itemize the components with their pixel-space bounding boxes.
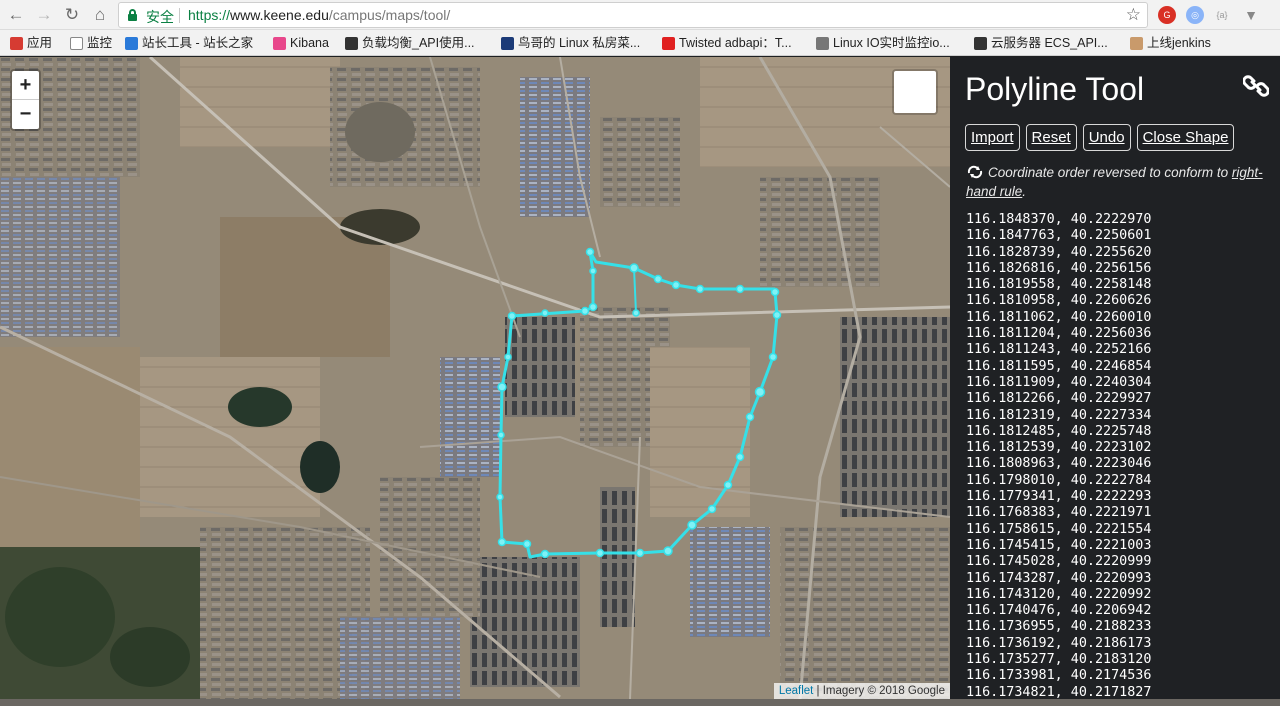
bookmark-item[interactable]: 上线jenkins [1130, 34, 1211, 52]
zoom-in-button[interactable]: + [12, 71, 39, 100]
bookmark-item[interactable]: 应用 [10, 34, 52, 52]
url-text[interactable]: https://www.keene.edu/campus/maps/tool/ [188, 7, 450, 23]
undo-button[interactable]: Undo [1082, 124, 1131, 151]
bookmark-label: 鸟哥的 Linux 私房菜... [518, 36, 641, 50]
coordinate-row: 116.1740476, 40.2206942 [966, 603, 1152, 619]
coordinate-row: 116.1808963, 40.2223046 [966, 456, 1152, 472]
taskbar-strip [0, 699, 1280, 706]
bookmark-label: Linux IO实时监控io... [833, 36, 950, 50]
back-icon[interactable]: ← [4, 3, 28, 27]
secure-label: 安全 [146, 9, 174, 25]
map-imagery [0, 57, 950, 699]
import-button[interactable]: Import [965, 124, 1020, 151]
bookmark-item[interactable]: Kibana [273, 34, 329, 52]
coordinate-row: 116.1812319, 40.2227334 [966, 407, 1152, 423]
kibana-icon [273, 37, 286, 51]
coordinate-row: 116.1812485, 40.2225748 [966, 423, 1152, 439]
coordinate-row: 116.1812539, 40.2223102 [966, 440, 1152, 456]
bookmark-item[interactable]: 鸟哥的 Linux 私房菜... [501, 34, 640, 52]
toolbar: Import Reset Undo Close Shape [965, 124, 1235, 151]
bookmarks-bar: 应用 监控 站长工具 - 站长之家 Kibana 负载均衡_API使用... 鸟哥的 Li… [0, 30, 1280, 56]
bookmark-label: 云服务器 ECS_API... [991, 36, 1108, 50]
coordinate-row: 116.1828739, 40.2255620 [966, 244, 1152, 260]
page-icon [70, 37, 83, 51]
reload-icon[interactable]: ↻ [60, 3, 84, 27]
vue-extension-icon[interactable]: ▼ [1242, 6, 1260, 24]
apps-grid-icon [10, 37, 23, 51]
link-icon[interactable] [1243, 73, 1269, 99]
bookmark-label: Kibana [290, 36, 329, 50]
coordinate-row: 116.1745415, 40.2221003 [966, 537, 1152, 553]
blog-icon [816, 37, 829, 51]
coordinate-row: 116.1848370, 40.2222970 [966, 212, 1152, 227]
coordinate-row: 116.1819558, 40.2258148 [966, 277, 1152, 293]
coordinate-row: 116.1734821, 40.2171827 [966, 684, 1152, 699]
aliyun-icon [345, 37, 358, 51]
coordinate-row: 116.1736192, 40.2186173 [966, 635, 1152, 651]
coordinate-row: 116.1768383, 40.2221971 [966, 505, 1152, 521]
coordinate-row: 116.1847763, 40.2250601 [966, 228, 1152, 244]
coordinate-row: 116.1811243, 40.2252166 [966, 342, 1152, 358]
bookmark-item[interactable]: Twisted adbapi：T... [662, 34, 792, 52]
reset-button[interactable]: Reset [1025, 124, 1077, 151]
bookmark-label: 负载均衡_API使用... [362, 36, 475, 50]
page-title: Polyline Tool [965, 71, 1145, 107]
json-extension-icon[interactable]: {a} [1213, 6, 1231, 24]
coordinate-row: 116.1736955, 40.2188233 [966, 619, 1152, 635]
extension-icon[interactable]: ◎ [1186, 6, 1204, 24]
coordinate-row: 116.1745028, 40.2220999 [966, 554, 1152, 570]
jenkins-icon [1130, 37, 1143, 51]
coordinate-row: 116.1798010, 40.2222784 [966, 472, 1152, 488]
bookmark-item[interactable]: Linux IO实时监控io... [816, 34, 950, 52]
coordinate-row: 116.1811062, 40.2260010 [966, 309, 1152, 325]
coordinate-row: 116.1826816, 40.2256156 [966, 260, 1152, 276]
polyline-panel: Polyline Tool Import Reset Undo Close Sh… [950, 57, 1280, 699]
extension-icon[interactable]: G [1158, 6, 1176, 24]
coordinate-row: 116.1735277, 40.2183120 [966, 652, 1152, 668]
coordinate-row: 116.1811595, 40.2246854 [966, 358, 1152, 374]
zoom-out-button[interactable]: − [12, 100, 39, 129]
address-bar[interactable]: 安全 https://www.keene.edu/campus/maps/too… [118, 2, 1148, 28]
bookmark-item[interactable]: 负载均衡_API使用... [345, 34, 475, 52]
coordinate-row: 116.1810958, 40.2260626 [966, 293, 1152, 309]
coordinate-row: 116.1811909, 40.2240304 [966, 374, 1152, 390]
home-icon[interactable]: ⌂ [88, 3, 112, 27]
layer-control[interactable] [892, 69, 938, 115]
zoom-control: + − [10, 69, 41, 131]
bookmark-label: Twisted adbapi：T... [679, 36, 792, 50]
reversal-note: Coordinate order reversed to conform to … [966, 165, 1263, 199]
close-shape-button[interactable]: Close Shape [1136, 124, 1235, 151]
lock-icon [128, 9, 137, 21]
coordinate-row: 116.1743120, 40.2220992 [966, 586, 1152, 602]
coordinate-row: 116.1743287, 40.2220993 [966, 570, 1152, 586]
star-icon[interactable]: ☆ [1126, 5, 1141, 25]
bookmark-label: 监控 [87, 36, 113, 50]
coordinate-row: 116.1758615, 40.2221554 [966, 521, 1152, 537]
chinaz-icon [125, 37, 138, 51]
aliyun-icon [974, 37, 987, 51]
leaflet-link[interactable]: Leaflet [779, 685, 814, 697]
bookmark-label: 站长工具 - 站长之家 [142, 36, 254, 50]
map-attribution: Leaflet | Imagery © 2018 Google [773, 683, 950, 699]
bookmark-item[interactable]: 云服务器 ECS_API... [974, 34, 1108, 52]
vbird-icon [501, 37, 514, 51]
bookmark-item[interactable]: 监控 [70, 34, 112, 52]
satellite-map[interactable]: + − Leaflet | Imagery © 2018 Google [0, 57, 950, 699]
bookmark-label: 应用 [27, 36, 53, 50]
twisted-icon [662, 37, 675, 51]
forward-icon[interactable]: → [32, 3, 56, 27]
coordinate-row: 116.1779341, 40.2222293 [966, 489, 1152, 505]
reverse-icon [967, 165, 983, 179]
coordinate-list[interactable]: 116.1848370, 40.2222970 116.1847763, 40.2… [966, 212, 1151, 699]
browser-toolbar: ← → ↻ ⌂ 安全 https://www.keene.edu/campus/… [0, 0, 1280, 30]
bookmark-label: 上线jenkins [1147, 36, 1211, 50]
coordinate-row: 116.1733981, 40.2174536 [966, 668, 1152, 684]
coordinate-row: 116.1811204, 40.2256036 [966, 326, 1152, 342]
coordinate-row: 116.1812266, 40.2229927 [966, 391, 1152, 407]
bookmark-item[interactable]: 站长工具 - 站长之家 [125, 34, 253, 52]
